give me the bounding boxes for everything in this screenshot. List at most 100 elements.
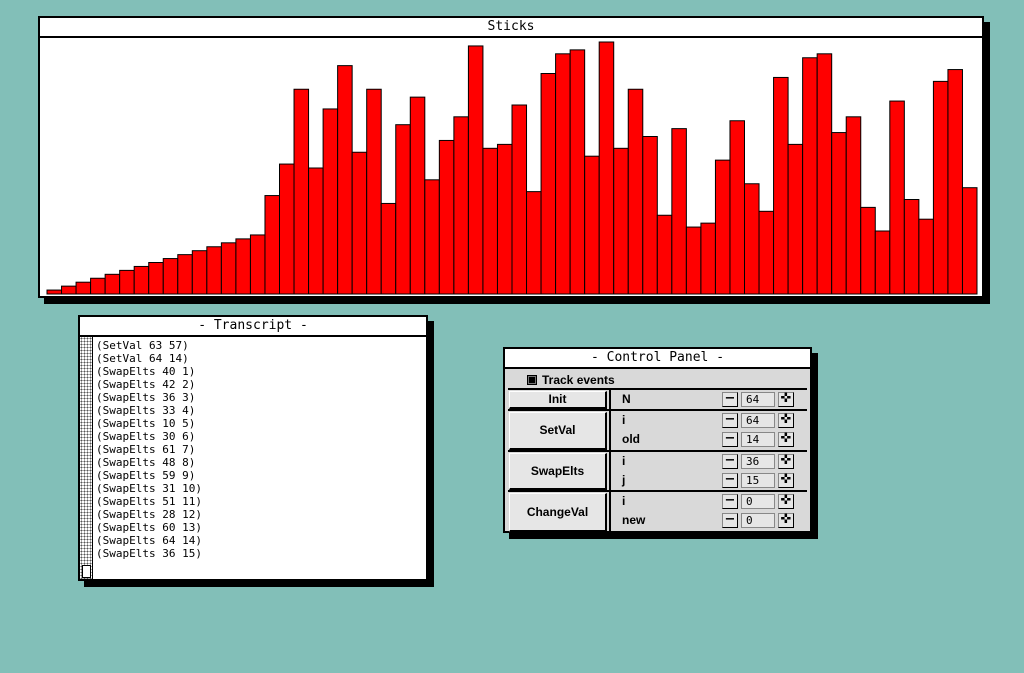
stick-bar: [932, 80, 949, 295]
param-label: i: [622, 494, 626, 508]
transcript-scrollbar[interactable]: [80, 337, 93, 579]
param-row: old −14 ✜: [614, 431, 804, 449]
param-row: i −36 ✜: [614, 453, 804, 471]
decrement-button[interactable]: −: [722, 513, 738, 528]
param-value-field[interactable]: 64: [741, 392, 775, 407]
param-value-field[interactable]: 14: [741, 432, 775, 447]
transcript-line: (SwapElts 33 4): [96, 404, 196, 417]
increment-button[interactable]: ✜: [778, 473, 794, 488]
transcript-line: (SwapElts 10 5): [96, 417, 196, 430]
stick-bar: [308, 167, 324, 295]
param-label: old: [622, 432, 640, 446]
stick-bar: [685, 226, 702, 295]
param-label: j: [622, 473, 626, 487]
decrement-button[interactable]: −: [722, 392, 738, 407]
decrement-button[interactable]: −: [722, 494, 738, 509]
stick-bar: [133, 265, 150, 295]
stick-bar: [613, 147, 629, 295]
increment-button[interactable]: ✜: [778, 454, 794, 469]
stick-bar: [729, 120, 745, 295]
stick-bar: [75, 281, 92, 295]
param-row: i −64 ✜: [614, 412, 804, 430]
group-setval: SetVal i −64 ✜ old −14 ✜: [508, 409, 807, 452]
transcript-line: (SwapElts 36 3): [96, 391, 196, 404]
group-init: Init N −64 ✜: [508, 388, 807, 411]
param-value-field[interactable]: 64: [741, 413, 775, 428]
stick-bar: [758, 210, 775, 295]
stick-bar: [148, 262, 164, 295]
param-row: i −0 ✜: [614, 493, 804, 511]
transcript-line: (SetVal 63 57): [96, 339, 189, 352]
transcript-line: (SwapElts 59 9): [96, 469, 196, 482]
stick-bar: [191, 250, 208, 295]
stick-bar: [889, 100, 905, 295]
stick-bar: [671, 128, 687, 295]
stick-bar: [119, 269, 135, 295]
stick-bar: [279, 163, 295, 295]
stick-bar: [206, 246, 222, 295]
param-value-field[interactable]: 15: [741, 473, 775, 488]
init-button[interactable]: Init: [509, 391, 607, 409]
param-label: i: [622, 413, 626, 427]
sticks-window: Sticks: [38, 16, 984, 298]
increment-button[interactable]: ✜: [778, 392, 794, 407]
stick-bar: [511, 104, 528, 295]
stick-bar: [656, 214, 673, 295]
stick-bar: [249, 234, 266, 295]
sticks-title: Sticks: [40, 18, 982, 38]
increment-button[interactable]: ✜: [778, 413, 794, 428]
decrement-button[interactable]: −: [722, 432, 738, 447]
swapelts-button[interactable]: SwapElts: [509, 453, 607, 490]
sticks-chart: [46, 41, 978, 295]
stick-bar: [366, 88, 382, 295]
stick-bar: [627, 88, 644, 295]
control-panel-title: - Control Panel -: [505, 349, 810, 369]
stick-bar: [773, 76, 789, 295]
separator: [609, 452, 611, 492]
track-events-checkbox[interactable]: [527, 375, 537, 385]
stick-bar: [395, 124, 411, 295]
transcript-line: (SwapElts 42 2): [96, 378, 196, 391]
control-panel-window: - Control Panel - Track events Init N −64 ✜…: [503, 347, 812, 534]
decrement-button[interactable]: −: [722, 413, 738, 428]
param-row: N −64 ✜: [614, 391, 804, 409]
stick-bar: [380, 202, 397, 295]
stick-bar: [584, 155, 600, 295]
param-label: i: [622, 454, 626, 468]
separator: [609, 411, 611, 452]
increment-button[interactable]: ✜: [778, 432, 794, 447]
stick-bar: [46, 289, 63, 295]
stick-bar: [293, 88, 310, 295]
stick-bar: [874, 230, 891, 295]
decrement-button[interactable]: −: [722, 454, 738, 469]
stick-bar: [337, 65, 353, 295]
transcript-title: - Transcript -: [80, 317, 426, 337]
stick-bar: [642, 136, 658, 295]
param-value-field[interactable]: 36: [741, 454, 775, 469]
setval-button[interactable]: SetVal: [509, 412, 607, 450]
stick-bar: [90, 277, 106, 295]
param-label: new: [622, 513, 646, 527]
increment-button[interactable]: ✜: [778, 513, 794, 528]
transcript-line: (SwapElts 40 1): [96, 365, 196, 378]
transcript-line: (SwapElts 31 10): [96, 482, 202, 495]
scrollbar-thumb[interactable]: [82, 565, 91, 578]
stick-bar: [351, 151, 368, 295]
stick-bar: [438, 139, 455, 295]
changeval-button[interactable]: ChangeVal: [509, 493, 607, 532]
stick-bar: [918, 218, 934, 295]
stick-bar: [264, 195, 281, 295]
stick-bar: [322, 108, 339, 295]
transcript-line: (SwapElts 51 11): [96, 495, 202, 508]
param-value-field[interactable]: 0: [741, 513, 775, 528]
decrement-button[interactable]: −: [722, 473, 738, 488]
group-changeval: ChangeVal i −0 ✜ new −0 ✜: [508, 490, 807, 534]
param-value-field[interactable]: 0: [741, 494, 775, 509]
stick-bar: [903, 199, 920, 295]
stick-bar: [787, 143, 804, 295]
stick-bar: [220, 242, 237, 295]
track-events-toggle[interactable]: Track events: [527, 373, 615, 387]
stick-bar: [453, 116, 469, 295]
increment-button[interactable]: ✜: [778, 494, 794, 509]
stick-bar: [700, 222, 716, 295]
